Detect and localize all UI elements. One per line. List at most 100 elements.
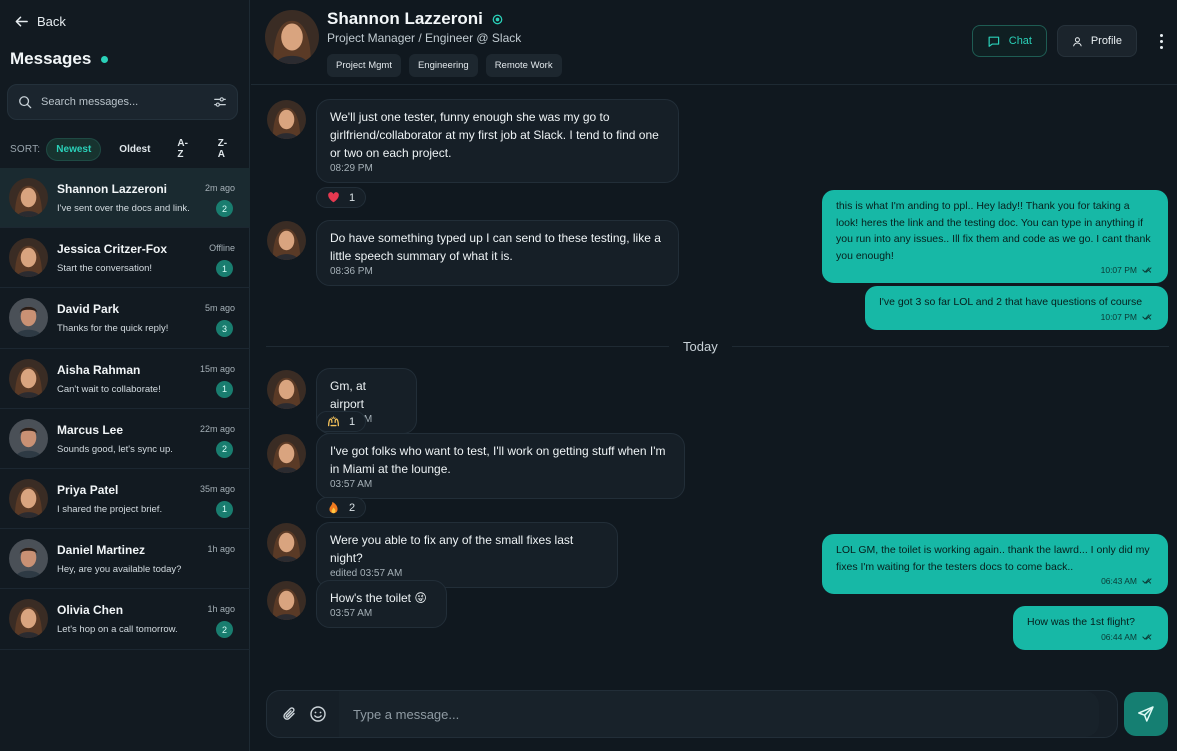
conversation-item[interactable]: Priya Patel I shared the project brief. … xyxy=(0,469,250,530)
message-text: Do have something typed up I can send to… xyxy=(330,231,661,263)
chat-bubble-icon xyxy=(988,36,1000,47)
message-time: 06:44 AM xyxy=(1101,631,1137,642)
arrow-left-icon xyxy=(15,16,28,27)
sort-label: SORT: xyxy=(10,143,41,155)
conversation-item[interactable]: Daniel Martinez Hey, are you available t… xyxy=(0,529,250,590)
unread-badge: 2 xyxy=(216,621,233,639)
incoming-message: Do have something typed up I can send to… xyxy=(316,220,679,286)
sender-avatar xyxy=(267,221,306,260)
heart-icon xyxy=(328,192,339,203)
messages-title: Messages xyxy=(10,49,92,68)
message-preview: Let's hop on a call tomorrow. xyxy=(57,624,178,636)
profile-button-label: Profile xyxy=(1090,35,1122,47)
emoji-icon[interactable] xyxy=(309,705,327,723)
sort-oldest-button[interactable]: Oldest xyxy=(110,139,159,160)
outgoing-message: this is what I'm anding to ppl.. Hey lad… xyxy=(822,190,1168,283)
reaction-chip[interactable]: 2 xyxy=(316,497,367,518)
avatar xyxy=(9,359,48,398)
send-button[interactable] xyxy=(1124,692,1168,736)
conversation-item[interactable]: David Park Thanks for the quick reply! 5… xyxy=(0,288,250,349)
message-preview: Start the conversation! xyxy=(57,263,153,275)
unread-badge: 1 xyxy=(216,500,233,518)
avatar xyxy=(9,298,48,337)
contact-name: Marcus Lee xyxy=(57,422,124,437)
message-thread: We'll just one tester, funny enough she … xyxy=(251,86,1177,686)
search-icon xyxy=(19,96,32,109)
message-text: Gm, at airport xyxy=(330,379,367,411)
avatar xyxy=(9,238,48,277)
avatar xyxy=(9,539,48,578)
contact-heading: Shannon Lazzeroni xyxy=(327,9,503,29)
sender-avatar xyxy=(267,370,306,409)
message-time: 08:29 PM xyxy=(330,163,373,174)
sort-newest-button[interactable]: Newest xyxy=(46,137,102,161)
contact-name: Jessica Critzer-Fox xyxy=(57,242,168,257)
message-time: 06:43 AM xyxy=(1101,576,1137,586)
conversation-item[interactable]: Aisha Rahman Can't wait to collaborate! … xyxy=(0,349,250,409)
sort-bar: SORT: Newest Oldest A-Z Z-A xyxy=(10,133,249,165)
tag-chip: Remote Work xyxy=(485,54,562,77)
profile-button[interactable]: Profile xyxy=(1057,25,1137,57)
sender-avatar xyxy=(267,523,306,562)
incoming-message: Were you able to fix any of the small fi… xyxy=(316,522,618,588)
message-time: 10:07 PM xyxy=(1100,265,1137,275)
sender-avatar xyxy=(267,100,306,139)
message-text: How was the 1st flight? xyxy=(1027,616,1135,628)
reaction-chip[interactable]: 1 xyxy=(316,187,367,208)
sender-avatar xyxy=(267,581,306,620)
unread-badge: 3 xyxy=(216,320,233,338)
chat-button[interactable]: Chat xyxy=(972,25,1047,57)
paperclip-icon[interactable] xyxy=(281,705,299,723)
message-time: 08:36 PM xyxy=(330,266,373,277)
search-box xyxy=(7,84,238,120)
avatar xyxy=(9,479,48,518)
reaction-chip[interactable]: 1 xyxy=(316,411,367,432)
contact-tags: Project Mgmt Engineering Remote Work xyxy=(327,54,562,77)
last-seen: 35m ago xyxy=(199,483,235,494)
back-label: Back xyxy=(37,14,66,29)
more-options-icon[interactable] xyxy=(1151,30,1171,52)
message-text: I've got 3 so far LOL and 2 that have qu… xyxy=(879,296,1143,308)
sort-a-z-button[interactable]: A-Z xyxy=(168,133,199,165)
filter-sliders-icon[interactable] xyxy=(213,95,227,109)
incoming-message: I've got folks who want to test, I'll wo… xyxy=(316,433,685,499)
message-preview: Thanks for the quick reply! xyxy=(57,323,169,335)
conversation-item[interactable]: Shannon Lazzeroni I've sent over the doc… xyxy=(0,168,250,229)
message-text: We'll just one tester, funny enough she … xyxy=(330,110,659,160)
message-input[interactable] xyxy=(339,691,1099,737)
message-text: this is what I'm anding to ppl.. Hey lad… xyxy=(836,200,1151,262)
search-input[interactable] xyxy=(41,96,204,108)
online-status-dot xyxy=(101,55,109,63)
message-preview: I've sent over the docs and link. xyxy=(57,203,190,214)
message-text: I've got folks who want to test, I'll wo… xyxy=(330,444,666,476)
user-icon xyxy=(1073,36,1082,46)
contact-avatar[interactable] xyxy=(265,10,319,64)
double-check-icon xyxy=(1142,313,1152,320)
conversation-item[interactable]: Marcus Lee Sounds good, let's sync up. 2… xyxy=(0,409,250,469)
unread-badge: 1 xyxy=(216,380,233,398)
last-seen: 1h ago xyxy=(207,544,235,555)
conversation-item[interactable]: Jessica Critzer-Fox Start the conversati… xyxy=(0,228,250,289)
incoming-message: We'll just one tester, funny enough she … xyxy=(316,99,679,183)
message-time: edited 03:57 AM xyxy=(330,568,403,579)
sort-z-a-button[interactable]: Z-A xyxy=(209,133,240,165)
message-preview: Sounds good, let's sync up. xyxy=(57,443,173,455)
reaction-count: 1 xyxy=(349,415,356,428)
conversation-item[interactable]: Olivia Chen Let's hop on a call tomorrow… xyxy=(0,589,250,650)
reaction-count: 2 xyxy=(349,501,356,514)
contact-name: Olivia Chen xyxy=(57,603,124,618)
back-button[interactable]: Back xyxy=(14,14,66,29)
send-icon xyxy=(1138,706,1154,722)
last-seen: Offline xyxy=(209,243,235,254)
online-status-icon xyxy=(492,14,503,24)
conversation-list: Shannon Lazzeroni I've sent over the doc… xyxy=(0,168,250,650)
last-seen: 1h ago xyxy=(207,604,235,615)
message-composer xyxy=(266,690,1118,738)
message-time: 03:57 AM xyxy=(330,479,373,490)
reaction-count: 1 xyxy=(349,191,356,204)
double-check-icon xyxy=(1142,578,1152,584)
message-text: LOL GM, the toilet is working again.. th… xyxy=(836,544,1150,573)
message-time: 10:07 PM xyxy=(1100,311,1137,322)
fire-icon xyxy=(329,501,338,514)
message-time: 03:57 AM xyxy=(330,608,373,619)
